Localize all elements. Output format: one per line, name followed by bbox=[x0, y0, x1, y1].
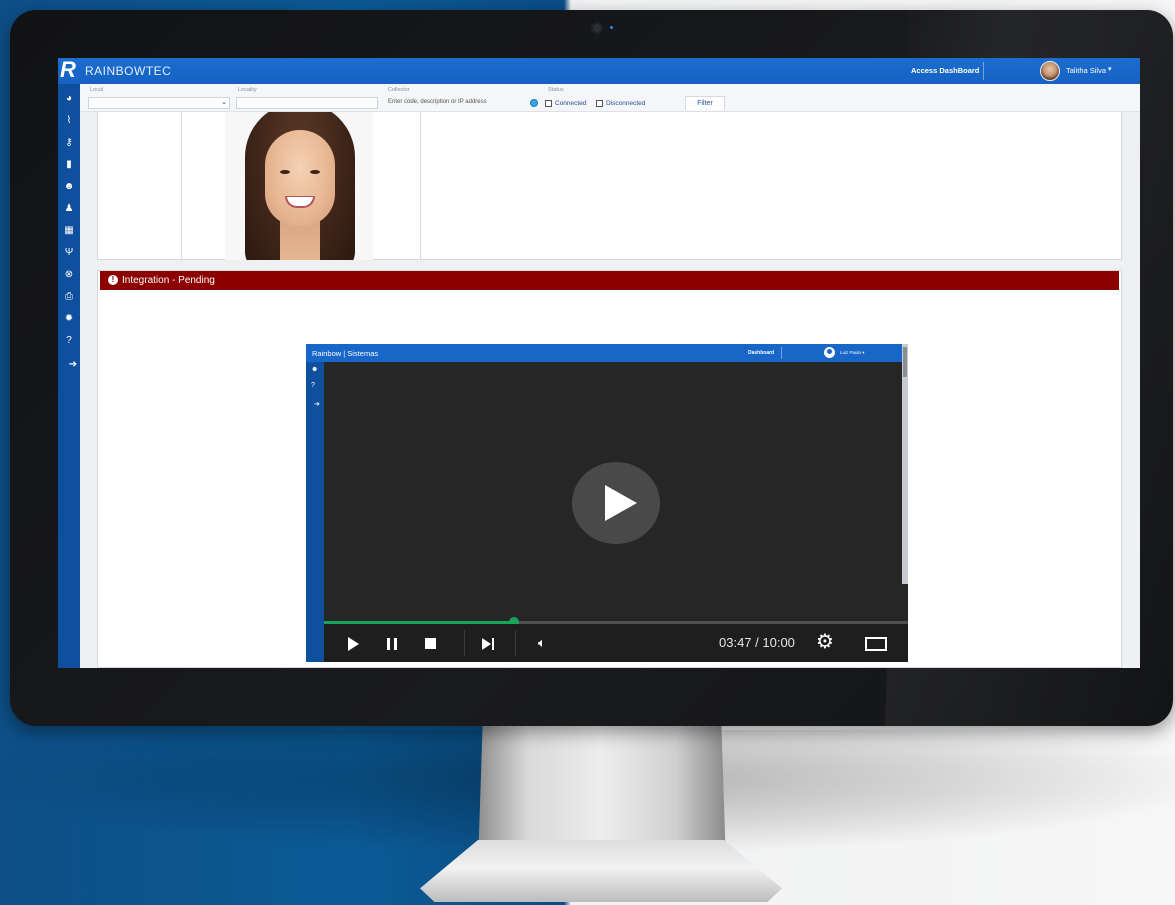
brand-name: RAINBOWTEC bbox=[85, 64, 172, 78]
document-icon[interactable]: ▮ bbox=[62, 158, 76, 172]
rainbowtec-logo-icon[interactable]: R bbox=[60, 59, 80, 81]
settings-gear-icon[interactable]: ⚙ bbox=[816, 630, 834, 654]
user-menu[interactable]: Talitha Silva bbox=[1066, 66, 1106, 75]
collector-label: Collector bbox=[388, 87, 410, 93]
users-icon: ☻ bbox=[311, 366, 319, 373]
big-play-button[interactable] bbox=[572, 462, 660, 544]
connected-label: Connected bbox=[555, 100, 587, 107]
dashboard-icon[interactable]: ◕ bbox=[62, 92, 76, 106]
info-icon[interactable] bbox=[530, 99, 538, 107]
fullscreen-icon[interactable] bbox=[865, 637, 887, 651]
pause-icon[interactable] bbox=[387, 638, 397, 650]
screen: R RAINBOWTEC Access DashBoard Talitha Si… bbox=[58, 58, 1140, 668]
video-app-scrollbar bbox=[902, 344, 908, 584]
video-app-brand: Rainbow | Sistemas bbox=[312, 349, 379, 358]
user-icon[interactable]: ♟ bbox=[62, 202, 76, 216]
profile-photo bbox=[225, 112, 373, 260]
navbar-divider bbox=[983, 62, 984, 80]
video-user-avatar-icon bbox=[824, 347, 835, 358]
print-icon[interactable]: ⎙ bbox=[62, 290, 76, 304]
column-divider bbox=[420, 112, 421, 260]
local-select[interactable]: ⌄ bbox=[88, 97, 230, 109]
filter-bar: Local ⌄ Locality Collector Enter code, d… bbox=[80, 84, 1140, 112]
top-navbar: R RAINBOWTEC Access DashBoard Talitha Si… bbox=[58, 58, 1140, 84]
restaurant-icon[interactable]: Ψ bbox=[62, 246, 76, 260]
local-label: Local bbox=[90, 87, 104, 93]
chevron-down-icon[interactable]: ▾ bbox=[1108, 65, 1112, 73]
sidebar: ◕ ⌇ ⚷ ▮ ☻ ♟ ▦ Ψ ⊗ ⎙ ✹ ? ➔ bbox=[58, 84, 80, 668]
video-app-sidebar: ☻ ? ➔ bbox=[306, 362, 324, 662]
integration-panel: ! Integration - Pending Rainbow | Sistem… bbox=[97, 270, 1122, 668]
help-icon[interactable]: ? bbox=[62, 334, 76, 348]
calendar-icon[interactable]: ▦ bbox=[62, 224, 76, 238]
status-label: Status bbox=[548, 87, 564, 93]
access-dashboard-link[interactable]: Access DashBoard bbox=[911, 66, 979, 75]
next-icon[interactable] bbox=[482, 638, 491, 650]
video-app-navbar: Rainbow | Sistemas Dashboard Luiz Paulo … bbox=[306, 344, 908, 362]
profile-panel bbox=[97, 112, 1122, 260]
key-icon[interactable]: ⚷ bbox=[62, 136, 76, 150]
help-icon: ? bbox=[311, 382, 315, 389]
play-icon[interactable] bbox=[348, 637, 359, 651]
video-user-name: Luiz Paulo ▾ bbox=[840, 350, 865, 355]
video-controls: 🔈︎ 03:47 / 10:00 ⚙ bbox=[324, 624, 908, 662]
locality-label: Locality bbox=[238, 87, 257, 93]
main-content: ! Integration - Pending Rainbow | Sistem… bbox=[80, 112, 1140, 668]
video-player[interactable]: Rainbow | Sistemas Dashboard Luiz Paulo … bbox=[306, 344, 908, 662]
filter-button[interactable]: Filter bbox=[685, 96, 725, 110]
webcam-led bbox=[610, 26, 613, 29]
disconnected-checkbox[interactable] bbox=[596, 100, 603, 107]
chevron-down-icon: ⌄ bbox=[221, 99, 227, 106]
users-icon[interactable]: ☻ bbox=[62, 180, 76, 194]
connected-checkbox[interactable] bbox=[545, 100, 552, 107]
arrow-right-circle-icon: ➔ bbox=[314, 401, 320, 408]
integration-title: Integration - Pending bbox=[122, 275, 215, 286]
gear-icon[interactable]: ✹ bbox=[62, 312, 76, 326]
locality-input[interactable] bbox=[236, 97, 378, 109]
close-circle-icon[interactable]: ⊗ bbox=[62, 268, 76, 282]
integration-header: ! Integration - Pending bbox=[100, 271, 1119, 290]
chart-icon[interactable]: ⌇ bbox=[62, 114, 76, 128]
alert-icon: ! bbox=[108, 275, 118, 285]
arrow-right-circle-icon[interactable]: ➔ bbox=[66, 358, 80, 372]
collector-input[interactable]: Enter code, description or IP address bbox=[386, 97, 526, 109]
monitor-base bbox=[420, 840, 782, 902]
user-avatar[interactable] bbox=[1040, 61, 1060, 81]
video-dashboard-link: Dashboard bbox=[748, 350, 775, 356]
time-display: 03:47 / 10:00 bbox=[719, 635, 795, 650]
stop-icon[interactable] bbox=[425, 638, 436, 649]
volume-icon[interactable]: 🔈︎ bbox=[538, 634, 546, 654]
disconnected-label: Disconnected bbox=[606, 100, 646, 107]
webcam bbox=[593, 24, 601, 32]
column-divider bbox=[181, 112, 182, 260]
